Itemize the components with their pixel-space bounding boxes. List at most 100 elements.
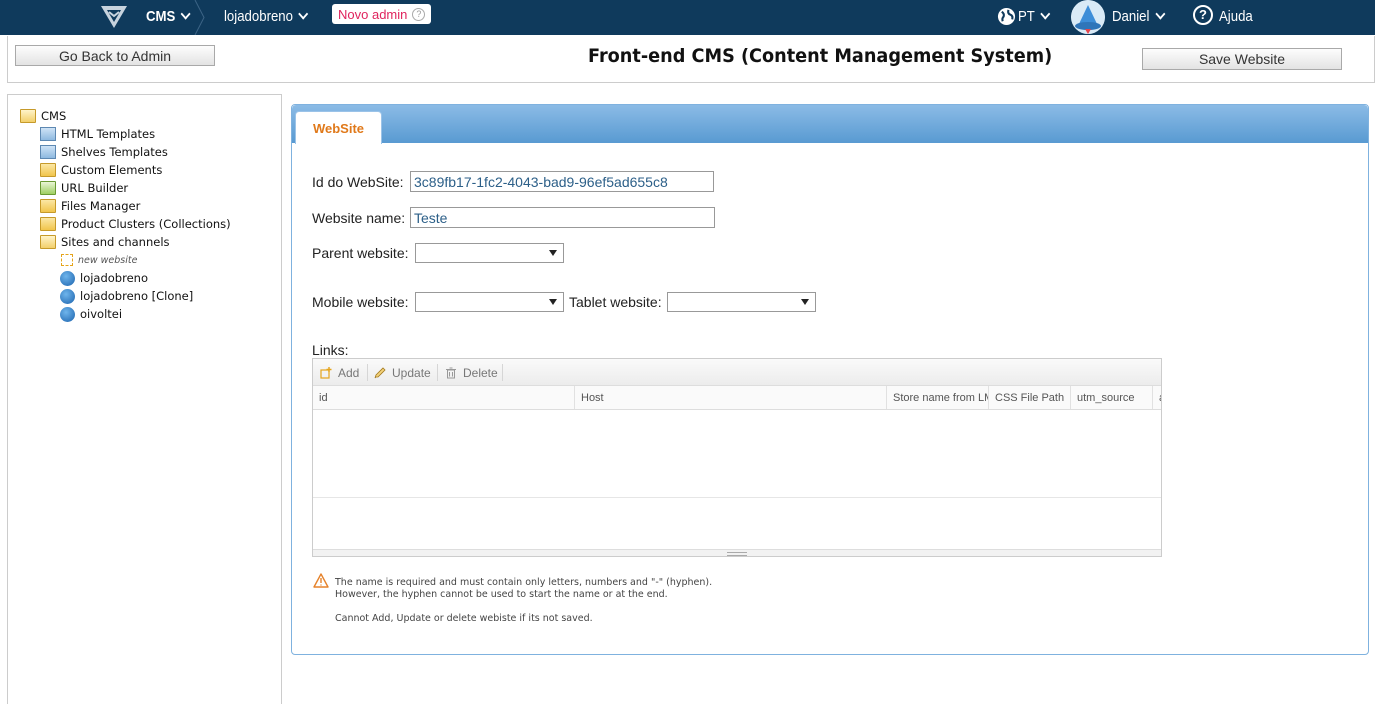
column-header-id[interactable]: id xyxy=(313,386,575,409)
module-label: CMS xyxy=(146,8,176,25)
tree-item-url-builder[interactable]: URL Builder xyxy=(40,180,128,196)
go-back-to-admin-button[interactable]: Go Back to Admin xyxy=(15,45,215,66)
shelves-templates-icon xyxy=(40,145,56,159)
new-website-icon xyxy=(61,254,73,266)
html-templates-icon xyxy=(40,127,56,141)
tree-item-site-lojadobreno[interactable]: lojadobreno xyxy=(60,270,148,286)
tree-item-label: CMS xyxy=(41,109,67,123)
tree-item-custom-elements[interactable]: Custom Elements xyxy=(40,162,162,178)
delete-link-button[interactable]: Delete xyxy=(445,364,498,381)
tree-item-label: new website xyxy=(78,254,138,266)
chevron-down-icon xyxy=(180,8,191,20)
folder-icon xyxy=(40,199,56,213)
toolbar-divider xyxy=(502,364,503,381)
grid-body-divider xyxy=(313,497,1161,498)
tree-item-html-templates[interactable]: HTML Templates xyxy=(40,126,155,142)
note-hyphen-rule: However, the hyphen cannot be used to st… xyxy=(335,589,668,600)
help-icon[interactable]: ? xyxy=(1193,5,1213,25)
parent-website-select[interactable] xyxy=(415,243,564,263)
grid-header: id Host Store name from LM CSS File Path… xyxy=(313,386,1161,410)
tree-item-label: Files Manager xyxy=(61,199,141,213)
site-globe-icon xyxy=(60,288,75,304)
folder-icon xyxy=(40,217,56,231)
grid-toolbar: Add Update Delete xyxy=(313,359,1161,386)
mobile-website-select[interactable] xyxy=(415,292,564,312)
mobile-label: Mobile website: xyxy=(312,294,409,310)
vtex-logo-icon[interactable] xyxy=(99,4,129,30)
help-link[interactable]: Ajuda xyxy=(1219,0,1253,33)
column-header-host[interactable]: Host xyxy=(575,386,887,409)
tablet-label: Tablet website: xyxy=(569,294,662,310)
warning-icon xyxy=(313,573,329,588)
language-menu[interactable]: PT xyxy=(1018,0,1051,33)
column-header-store-name[interactable]: Store name from LM xyxy=(887,386,989,409)
dropdown-arrow-icon xyxy=(549,299,557,305)
tree-item-label: Shelves Templates xyxy=(61,145,168,159)
tree-item-files-manager[interactable]: Files Manager xyxy=(40,198,140,214)
tree-item-site-oivoltei[interactable]: oivoltei xyxy=(60,306,122,322)
id-label: Id do WebSite: xyxy=(312,174,404,190)
add-icon xyxy=(320,366,332,379)
tablet-website-select[interactable] xyxy=(667,292,816,312)
chevron-down-icon xyxy=(1155,8,1165,20)
novo-admin-badge[interactable]: Novo admin ? xyxy=(332,4,432,24)
avatar[interactable] xyxy=(1071,0,1105,34)
toolbar-divider xyxy=(367,364,368,381)
page-title: Front-end CMS (Content Management System… xyxy=(588,45,1053,67)
novo-admin-label: Novo admin xyxy=(338,6,408,22)
column-header-css-file-path[interactable]: CSS File Path xyxy=(989,386,1071,409)
website-id-field[interactable] xyxy=(410,171,714,192)
custom-elements-icon xyxy=(40,163,56,177)
store-menu[interactable]: lojadobreno xyxy=(224,0,309,33)
website-name-field[interactable] xyxy=(410,207,715,228)
site-globe-icon xyxy=(60,270,75,286)
globe-icon xyxy=(997,7,1016,26)
language-label: PT xyxy=(1018,8,1035,25)
add-link-button[interactable]: Add xyxy=(320,364,359,381)
tree-item-sites-and-channels[interactable]: Sites and channels xyxy=(40,234,170,250)
delete-label: Delete xyxy=(463,365,498,380)
tree-item-site-lojadobreno-clone[interactable]: lojadobreno [Clone] xyxy=(60,288,193,304)
tree-item-label: Custom Elements xyxy=(61,163,163,177)
tree-item-label: lojadobreno xyxy=(80,271,148,285)
tree-item-new-website[interactable]: new website xyxy=(61,252,137,268)
chevron-down-icon xyxy=(298,8,309,20)
top-navbar: CMS lojadobreno Novo admin ? PT Daniel ?… xyxy=(0,0,1375,35)
tree-item-cms[interactable]: CMS xyxy=(20,108,66,124)
help-circle-icon: ? xyxy=(412,7,426,21)
tree-item-product-clusters[interactable]: Product Clusters (Collections) xyxy=(40,216,231,232)
pencil-icon xyxy=(374,366,386,378)
wizard-avatar-icon xyxy=(1071,0,1105,34)
user-name: Daniel xyxy=(1112,8,1150,25)
breadcrumb-separator-icon xyxy=(194,0,205,35)
links-grid: Add Update Delete id Host Store name fro… xyxy=(312,358,1162,557)
update-label: Update xyxy=(392,365,431,380)
column-header-more[interactable]: a xyxy=(1153,386,1161,409)
panel-tab-bar: WebSite xyxy=(292,105,1368,144)
folder-open-icon xyxy=(20,109,36,123)
tree-item-label: HTML Templates xyxy=(61,127,156,141)
column-header-utm-source[interactable]: utm_source xyxy=(1071,386,1153,409)
module-menu[interactable]: CMS xyxy=(146,0,191,33)
grid-resize-handle[interactable] xyxy=(313,549,1161,556)
note-name-rule: The name is required and must contain on… xyxy=(335,577,713,588)
parent-label: Parent website: xyxy=(312,245,409,261)
tab-website[interactable]: WebSite xyxy=(295,111,382,144)
toolbar-divider xyxy=(437,364,438,381)
note-save-first: Cannot Add, Update or delete webiste if … xyxy=(335,613,593,624)
dropdown-arrow-icon xyxy=(549,250,557,256)
chevron-down-icon xyxy=(1040,8,1051,20)
tree-item-label: Product Clusters (Collections) xyxy=(61,217,231,231)
update-link-button[interactable]: Update xyxy=(374,364,431,381)
store-label: lojadobreno xyxy=(224,8,293,25)
save-website-button[interactable]: Save Website xyxy=(1142,48,1342,70)
url-builder-icon xyxy=(40,181,56,195)
tree-item-shelves-templates[interactable]: Shelves Templates xyxy=(40,144,168,160)
tree-item-label: Sites and channels xyxy=(61,235,170,249)
site-globe-icon xyxy=(60,306,75,322)
tree-item-label: URL Builder xyxy=(61,181,129,195)
links-label: Links: xyxy=(312,342,349,358)
name-label: Website name: xyxy=(312,210,406,226)
user-menu[interactable]: Daniel xyxy=(1112,0,1165,33)
dropdown-arrow-icon xyxy=(801,299,809,305)
